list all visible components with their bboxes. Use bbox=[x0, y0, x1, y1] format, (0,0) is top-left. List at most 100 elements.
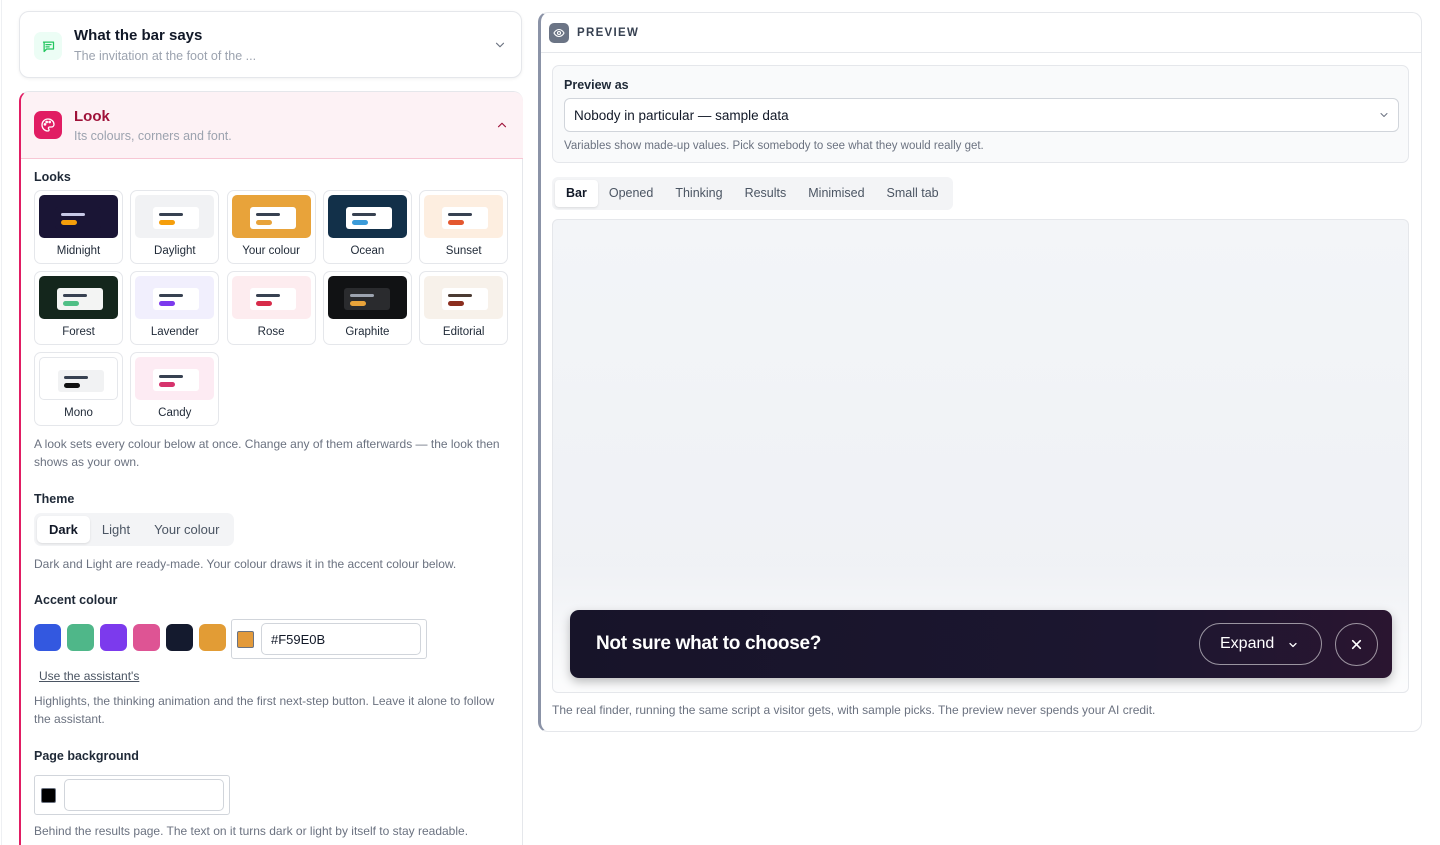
theme-help-text: Dark and Light are ready-made. Your colo… bbox=[34, 557, 457, 571]
look-name: Midnight bbox=[56, 245, 101, 257]
settings-column: What the bar says The invitation at the … bbox=[19, 11, 523, 845]
theme-option[interactable]: Dark bbox=[37, 516, 90, 543]
look-name: Your colour bbox=[242, 245, 300, 257]
use-assistant-colour-link[interactable]: Use the assistant's bbox=[39, 669, 139, 683]
look-option[interactable]: Midnight bbox=[34, 190, 123, 264]
section-look-header[interactable]: Look Its colours, corners and font. bbox=[21, 92, 523, 159]
look-preview-pill bbox=[349, 301, 366, 306]
look-preview-line bbox=[159, 213, 184, 216]
look-preview-line bbox=[159, 375, 184, 378]
look-preview bbox=[135, 195, 215, 238]
look-preview-line bbox=[64, 376, 88, 379]
look-preview-card bbox=[153, 207, 200, 229]
preview-tab[interactable]: Minimised bbox=[797, 180, 875, 207]
preview-tab[interactable]: Thinking bbox=[664, 180, 733, 207]
accent-swatch[interactable] bbox=[133, 624, 160, 651]
look-preview-line bbox=[159, 294, 184, 297]
left-edge-divider bbox=[1, 0, 2, 845]
preview-as-help-text: Variables show made-up values. Pick some… bbox=[564, 140, 984, 152]
look-option[interactable]: Candy bbox=[130, 352, 220, 426]
preview-tabs: Bar Opened Thinking Results Minimised Small t… bbox=[552, 177, 953, 210]
page-background-picker bbox=[34, 775, 230, 815]
preview-title: PREVIEW bbox=[577, 27, 640, 39]
preview-tab[interactable]: Opened bbox=[598, 180, 664, 207]
section-title: What the bar says bbox=[74, 27, 203, 44]
look-preview-line bbox=[448, 294, 473, 297]
accent-swatch[interactable] bbox=[166, 624, 193, 651]
look-preview-pill bbox=[61, 220, 77, 225]
preview-as-label: Preview as bbox=[564, 78, 629, 92]
chevron-up-icon[interactable] bbox=[495, 118, 509, 132]
look-preview bbox=[231, 276, 311, 319]
look-preview-card bbox=[249, 207, 296, 229]
look-preview-line bbox=[255, 213, 280, 216]
accent-color-picker: #F59E0B bbox=[231, 619, 427, 659]
preview-tab[interactable]: Small tab bbox=[876, 180, 950, 207]
look-name: Rose bbox=[257, 326, 285, 338]
look-preview-card bbox=[57, 288, 103, 310]
look-preview-line bbox=[61, 213, 85, 216]
page-background-chip[interactable] bbox=[41, 788, 56, 803]
look-option[interactable]: Ocean bbox=[322, 190, 412, 264]
look-preview-pill bbox=[255, 220, 272, 225]
look-preview bbox=[424, 276, 504, 319]
section-bar-says[interactable]: What the bar says The invitation at the … bbox=[19, 11, 522, 78]
look-option[interactable]: Lavender bbox=[130, 271, 220, 345]
theme-option[interactable]: Light bbox=[90, 516, 142, 543]
chat-icon bbox=[34, 32, 62, 60]
look-preview bbox=[231, 195, 311, 238]
accent-hex-input[interactable]: #F59E0B bbox=[261, 623, 421, 655]
look-option[interactable]: Forest bbox=[34, 271, 123, 345]
look-preview-card bbox=[153, 288, 200, 310]
look-preview bbox=[39, 357, 118, 400]
look-option[interactable]: Sunset bbox=[419, 190, 509, 264]
look-preview-card bbox=[442, 207, 489, 229]
accent-swatch[interactable] bbox=[100, 624, 127, 651]
look-preview-pill bbox=[255, 301, 272, 306]
preview-stage: Not sure what to choose? Expand bbox=[552, 219, 1409, 693]
expand-label: Expand bbox=[1220, 635, 1275, 652]
look-preview bbox=[327, 195, 407, 238]
section-title: Look bbox=[74, 108, 110, 125]
look-option[interactable]: Editorial bbox=[419, 271, 509, 345]
preview-as-select[interactable]: Nobody in particular — sample data bbox=[564, 98, 1399, 132]
theme-option[interactable]: Your colour bbox=[142, 516, 231, 543]
look-name: Lavender bbox=[150, 326, 199, 338]
look-preview-card bbox=[249, 288, 296, 310]
look-option[interactable]: Rose bbox=[226, 271, 316, 345]
page-background-label: Page background bbox=[34, 749, 139, 763]
look-option[interactable]: Your colour bbox=[226, 190, 316, 264]
expand-button[interactable]: Expand bbox=[1199, 623, 1322, 665]
look-preview bbox=[424, 195, 504, 238]
accent-color-chip[interactable] bbox=[237, 631, 254, 648]
accent-help-text: Highlights, the thinking animation and t… bbox=[34, 694, 495, 726]
chevron-down-icon[interactable] bbox=[493, 38, 507, 52]
preview-as-box: Preview as Nobody in particular — sample… bbox=[552, 65, 1409, 163]
look-preview-line bbox=[63, 294, 87, 297]
look-option[interactable]: Graphite bbox=[322, 271, 412, 345]
accent-swatch[interactable] bbox=[67, 624, 94, 651]
look-preview-pill bbox=[159, 382, 176, 387]
look-name: Ocean bbox=[350, 245, 385, 257]
look-option[interactable]: Daylight bbox=[130, 190, 220, 264]
look-preview-card bbox=[345, 207, 392, 229]
close-button[interactable] bbox=[1335, 623, 1378, 666]
preview-tab[interactable]: Bar bbox=[555, 180, 598, 207]
accent-swatch[interactable] bbox=[199, 624, 226, 651]
page-background-help-text: Behind the results page. The text on it … bbox=[34, 824, 469, 838]
close-icon bbox=[1351, 639, 1362, 650]
look-preview bbox=[39, 195, 118, 238]
chevron-down-icon bbox=[1380, 113, 1388, 117]
look-preview-pill bbox=[448, 220, 465, 225]
theme-label: Theme bbox=[34, 492, 75, 506]
chevron-down-icon bbox=[1289, 642, 1297, 648]
look-option[interactable]: Mono bbox=[34, 352, 123, 426]
preview-header: PREVIEW bbox=[541, 13, 1422, 53]
accent-swatch[interactable] bbox=[34, 624, 61, 651]
looks-label: Looks bbox=[34, 170, 71, 184]
look-name: Candy bbox=[158, 407, 192, 419]
page-background-input[interactable] bbox=[64, 779, 224, 811]
preview-tab[interactable]: Results bbox=[734, 180, 798, 207]
finder-bar: Not sure what to choose? Expand bbox=[570, 610, 1392, 678]
section-look: Look Its colours, corners and font. Look… bbox=[19, 91, 523, 845]
